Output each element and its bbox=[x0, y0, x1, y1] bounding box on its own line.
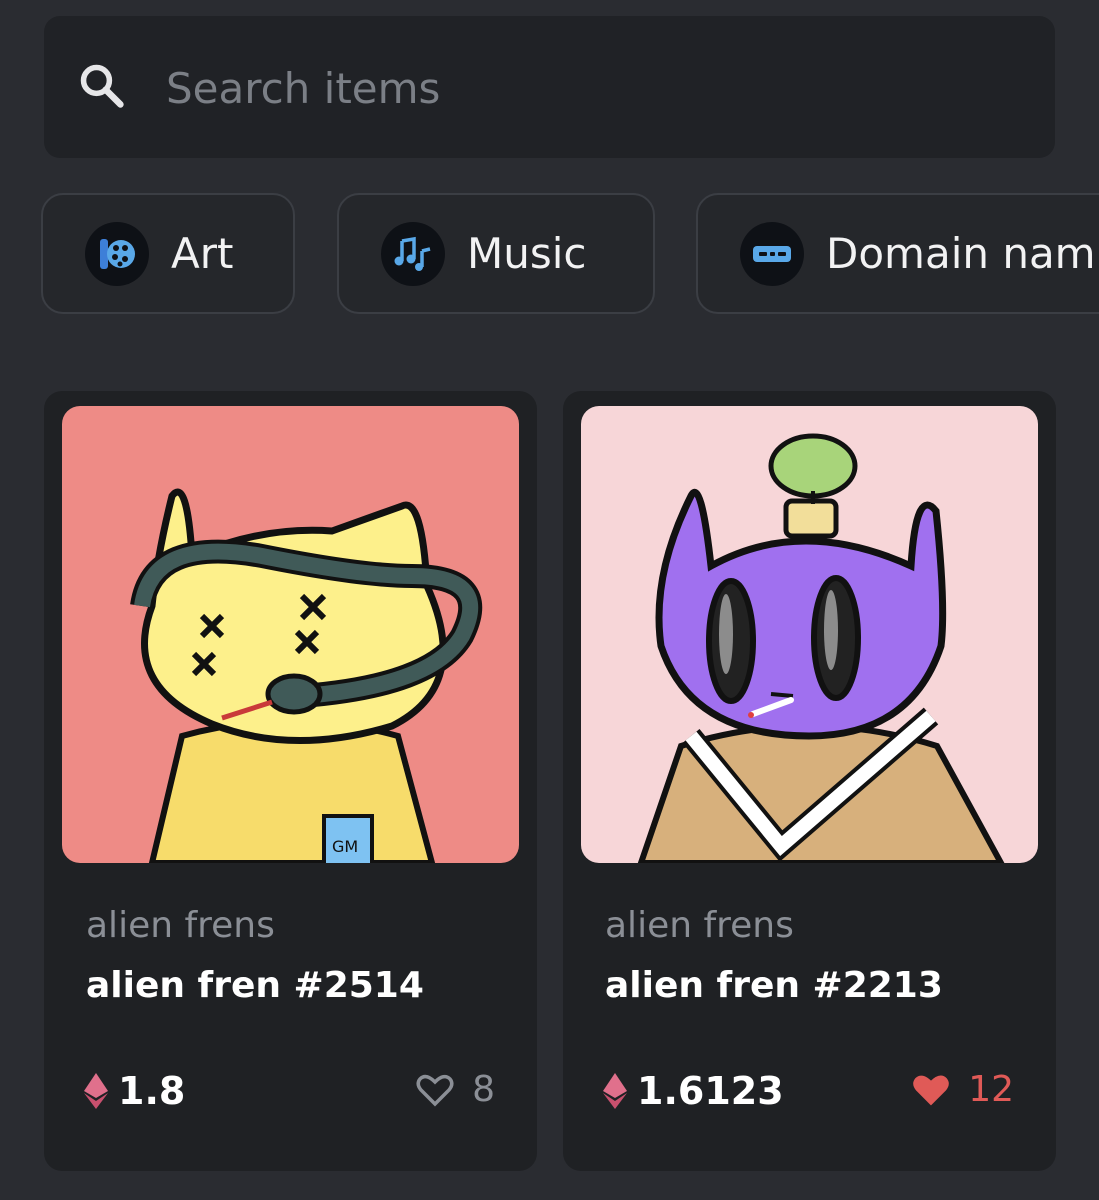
search-bar[interactable] bbox=[44, 16, 1055, 158]
category-label: Domain nam bbox=[826, 229, 1096, 278]
nft-card[interactable]: alien frens alien fren #2213 1.6123 12 bbox=[563, 391, 1056, 1171]
category-label: Art bbox=[171, 229, 234, 278]
ethereum-icon bbox=[84, 1073, 108, 1109]
search-icon bbox=[80, 64, 124, 108]
like-button[interactable]: 8 bbox=[416, 1069, 495, 1110]
collection-name: alien frens bbox=[86, 905, 275, 946]
ethereum-icon bbox=[603, 1073, 627, 1109]
heart-filled-icon bbox=[913, 1075, 949, 1105]
collection-name: alien frens bbox=[605, 905, 794, 946]
nft-image bbox=[581, 406, 1038, 863]
like-button[interactable]: 12 bbox=[912, 1069, 1014, 1110]
heart-outline-icon bbox=[416, 1074, 454, 1106]
svg-text:GM: GM bbox=[332, 837, 358, 856]
category-chip-art[interactable]: Art bbox=[41, 193, 295, 314]
palette-icon bbox=[85, 221, 149, 286]
like-count: 12 bbox=[968, 1069, 1014, 1110]
price-value: 1.8 bbox=[118, 1069, 186, 1113]
domain-icon bbox=[740, 221, 804, 286]
music-notes-icon bbox=[381, 221, 445, 286]
price: 1.6123 bbox=[603, 1069, 784, 1113]
item-name: alien fren #2213 bbox=[605, 965, 943, 1006]
nft-image: GM bbox=[62, 406, 519, 863]
search-input[interactable] bbox=[164, 54, 1028, 122]
category-label: Music bbox=[467, 229, 587, 278]
price-value: 1.6123 bbox=[637, 1069, 784, 1113]
category-chip-domain-names[interactable]: Domain nam bbox=[696, 193, 1099, 314]
item-name: alien fren #2514 bbox=[86, 965, 424, 1006]
like-count: 8 bbox=[472, 1069, 495, 1110]
price: 1.8 bbox=[84, 1069, 185, 1113]
nft-card[interactable]: GM alien frens alien fren #2514 1.8 8 bbox=[44, 391, 537, 1171]
category-chip-music[interactable]: Music bbox=[337, 193, 655, 314]
